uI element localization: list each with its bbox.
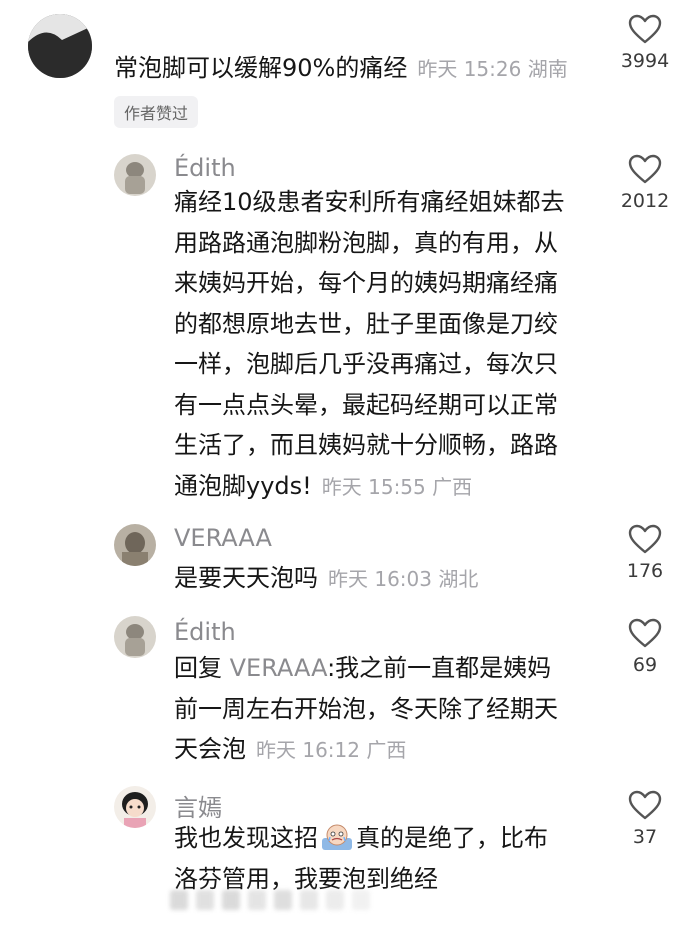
comment-time: 昨天 15:26 湖南 bbox=[417, 57, 568, 81]
heart-outline-icon bbox=[628, 14, 662, 44]
comment-time: 昨天 15:55 广西 bbox=[321, 474, 473, 499]
comment-body: 是要天天泡吗 bbox=[174, 564, 318, 592]
comment-line: 生活了，而且姨妈就十分顺畅，路路 bbox=[174, 431, 558, 459]
avatar-image bbox=[114, 616, 156, 658]
comment-line: 一样，泡脚后几乎没再痛过，每次只 bbox=[174, 350, 558, 378]
reply-target-username[interactable]: VERAAA bbox=[230, 654, 327, 682]
comment-5: 言嫣 我也发现这招 真的是绝了，比布 洛芬管用，我要泡到绝经 37 bbox=[0, 776, 690, 948]
crying-face-sticker-icon bbox=[322, 824, 352, 850]
comment-text: 回复 VERAAA:我之前一直都是姨妈 前一周左右开始泡，冬天除了经期天 天会泡… bbox=[174, 648, 558, 771]
comment-3: VERAAA 是要天天泡吗 昨天 16:03 湖北 176 bbox=[0, 510, 690, 610]
like-count: 2012 bbox=[620, 190, 670, 212]
comment-body: 常泡脚可以缓解90%的痛经 bbox=[114, 54, 408, 82]
comment-line: 真的是绝了，比布 bbox=[356, 824, 548, 852]
comment-time: 昨天 16:12 广西 bbox=[256, 738, 407, 762]
author-liked-badge: 作者赞过 bbox=[114, 96, 199, 128]
heart-outline-icon bbox=[628, 790, 662, 820]
comment-text: 常泡脚可以缓解90%的痛经 昨天 15:26 湖南 bbox=[114, 48, 568, 90]
like-count: 3994 bbox=[620, 50, 670, 72]
comment-text: 是要天天泡吗 昨天 16:03 湖北 bbox=[174, 558, 478, 600]
comment-line: 的都想原地去世，肚子里面像是刀绞 bbox=[174, 309, 558, 338]
comment-2: Édith 痛经10级患者安利所有痛经姐妹都去 用路路通泡脚粉泡脚，真的有用，从… bbox=[0, 140, 690, 510]
avatar[interactable] bbox=[114, 524, 156, 566]
comment-line: 有一点点头晕，最起码经期可以正常 bbox=[174, 390, 558, 419]
comment-line: 用路路通泡脚粉泡脚，真的有用，从 bbox=[174, 228, 558, 257]
comment-line: 通泡脚yyds! bbox=[174, 471, 312, 500]
blurred-text-placeholder bbox=[170, 890, 370, 910]
heart-outline-icon bbox=[628, 524, 662, 554]
like-button[interactable]: 2012 bbox=[615, 154, 675, 212]
like-button[interactable]: 176 bbox=[615, 524, 675, 582]
like-count: 37 bbox=[632, 826, 658, 848]
like-button[interactable]: 69 bbox=[615, 618, 675, 676]
avatar[interactable] bbox=[114, 154, 156, 196]
heart-outline-icon bbox=[628, 154, 662, 184]
comment-text: 痛经10级患者安利所有痛经姐妹都去 用路路通泡脚粉泡脚，真的有用，从 来姨妈开始… bbox=[174, 182, 565, 507]
avatar[interactable] bbox=[114, 786, 156, 828]
like-button[interactable]: 3994 bbox=[615, 14, 675, 72]
comment-username[interactable]: Édith bbox=[174, 154, 236, 182]
comment-line: :我之前一直都是姨妈 bbox=[327, 654, 552, 682]
heart-outline-icon bbox=[628, 618, 662, 648]
avatar-image bbox=[114, 524, 156, 566]
comment-line: 来姨妈开始，每个月的姨妈期痛经痛 bbox=[174, 269, 558, 297]
avatar-image bbox=[28, 14, 92, 78]
avatar-image bbox=[114, 154, 156, 196]
like-button[interactable]: 37 bbox=[615, 790, 675, 848]
comment-line: 痛经10级患者安利所有痛经姐妹都去 bbox=[174, 188, 565, 216]
like-count: 176 bbox=[626, 560, 664, 582]
comment-line: 天会泡 bbox=[174, 735, 246, 763]
comment-line: 前一周左右开始泡，冬天除了经期天 bbox=[174, 694, 558, 723]
avatar[interactable] bbox=[114, 616, 156, 658]
comment-time: 昨天 16:03 湖北 bbox=[328, 567, 479, 591]
like-count: 69 bbox=[632, 654, 658, 676]
reply-prefix: 回复 bbox=[174, 654, 230, 682]
comment-username[interactable]: Édith bbox=[174, 618, 236, 646]
comment-1: 常泡脚可以缓解90%的痛经 昨天 15:26 湖南 作者赞过 3994 bbox=[0, 0, 690, 140]
comment-line: 我也发现这招 bbox=[174, 824, 318, 852]
avatar-image bbox=[114, 786, 156, 828]
avatar[interactable] bbox=[28, 14, 92, 78]
comment-4: Édith 回复 VERAAA:我之前一直都是姨妈 前一周左右开始泡，冬天除了经… bbox=[0, 604, 690, 784]
comment-username[interactable]: VERAAA bbox=[174, 524, 272, 552]
